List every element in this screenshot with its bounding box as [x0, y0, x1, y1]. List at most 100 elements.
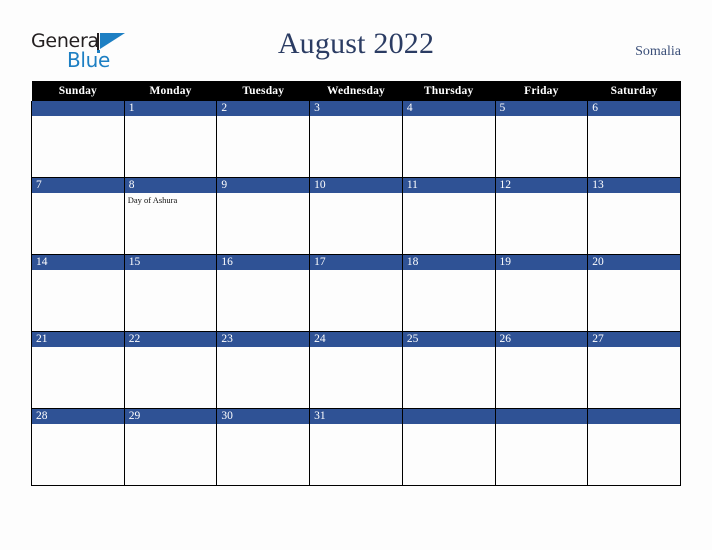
day-cell-inner: 4 [402, 101, 495, 177]
day-cell-inner: 21 [32, 332, 124, 408]
calendar-day-cell[interactable]: 7 [31, 177, 125, 255]
day-cell-inner: 24 [310, 332, 402, 408]
day-number: 20 [588, 255, 680, 270]
day-number: 25 [402, 332, 495, 347]
day-number: 7 [32, 178, 124, 193]
calendar-day-cell[interactable]: 6 [587, 101, 681, 178]
calendar-day-cell[interactable]: 13 [587, 177, 681, 255]
weekday-header-thursday: Thursday [402, 81, 496, 101]
calendar-day-cell[interactable]: 17 [309, 254, 403, 332]
day-cell-inner: 7 [32, 178, 124, 254]
calendar-day-cell[interactable]: 21 [31, 331, 125, 409]
day-number: 2 [217, 101, 310, 116]
calendar-day-cell[interactable]: 4 [401, 101, 496, 178]
day-cell-inner: 25 [402, 332, 495, 408]
day-number: 29 [124, 409, 217, 424]
day-cell-inner: 16 [217, 255, 310, 331]
day-events [588, 424, 680, 426]
day-cell-inner: 30 [217, 409, 310, 485]
holiday-event: Day of Ashura [127, 195, 178, 205]
day-events [403, 270, 495, 272]
day-number: 4 [402, 101, 495, 116]
day-number: 1 [124, 101, 217, 116]
page-title: August 2022 [277, 27, 435, 60]
calendar-day-cell[interactable]: 25 [401, 331, 496, 409]
day-events [310, 424, 402, 426]
calendar-day-cell[interactable]: 2 [216, 101, 311, 178]
day-cell-inner: 12 [495, 178, 588, 254]
calendar-week-row: 14 15 16 17 18 19 20 [31, 254, 681, 332]
calendar-day-cell[interactable]: 22 [123, 331, 218, 409]
day-cell-inner: 17 [310, 255, 402, 331]
day-cell-inner: 8 Day of Ashura [124, 178, 217, 254]
calendar-grid: Sunday Monday Tuesday Wednesday Thursday Frid… [31, 81, 681, 486]
day-number: 9 [217, 178, 310, 193]
calendar-day-cell[interactable]: 8 Day of Ashura [123, 177, 218, 255]
day-number: 11 [402, 178, 495, 193]
calendar-day-cell[interactable]: 14 [31, 254, 125, 332]
day-number: 22 [124, 332, 217, 347]
day-events [217, 424, 309, 426]
calendar-day-cell[interactable]: 19 [494, 254, 589, 332]
calendar-day-cell[interactable]: 18 [401, 254, 496, 332]
calendar-day-cell[interactable]: 30 [216, 408, 311, 486]
calendar-day-cell[interactable]: 15 [123, 254, 218, 332]
day-number: 17 [310, 255, 402, 270]
calendar-day-cell[interactable]: 26 [494, 331, 589, 409]
calendar-body: 1 2 3 4 5 6 7 8 Day of Ashura 9 10 11 12 13 14 15 16 17 18… [31, 101, 681, 486]
day-cell-inner: 14 [32, 255, 124, 331]
calendar-day-cell[interactable]: 23 [216, 331, 311, 409]
calendar-day-cell[interactable] [31, 101, 125, 178]
calendar-week-row: 21 22 23 24 25 26 27 [31, 331, 681, 409]
day-number: 8 [124, 178, 217, 193]
day-number [402, 409, 495, 424]
day-cell-inner: 28 [32, 409, 124, 485]
calendar-day-cell[interactable] [494, 408, 589, 486]
weekday-header-friday: Friday [495, 81, 588, 101]
day-events [403, 347, 495, 349]
calendar-day-cell[interactable]: 16 [216, 254, 311, 332]
calendar-week-row: 123456 [31, 101, 681, 178]
day-events [403, 424, 495, 426]
calendar-day-cell[interactable]: 20 [587, 254, 681, 332]
calendar-day-cell[interactable]: 5 [494, 101, 589, 178]
day-number: 30 [217, 409, 310, 424]
day-events [310, 270, 402, 272]
calendar-day-cell[interactable]: 31 [309, 408, 403, 486]
calendar-day-cell[interactable]: 11 [401, 177, 496, 255]
day-cell-inner: 10 [310, 178, 402, 254]
day-events [32, 424, 124, 426]
day-number: 19 [495, 255, 588, 270]
calendar-header-row: Sunday Monday Tuesday Wednesday Thursday Frid… [31, 81, 681, 101]
day-events [125, 116, 217, 118]
day-number: 18 [402, 255, 495, 270]
day-events [588, 116, 680, 118]
day-events [403, 193, 495, 195]
day-events [125, 347, 217, 349]
calendar-day-cell[interactable]: 12 [494, 177, 589, 255]
weekday-header-tuesday: Tuesday [216, 81, 310, 101]
calendar-day-cell[interactable]: 24 [309, 331, 403, 409]
calendar-day-cell[interactable]: 9 [216, 177, 311, 255]
calendar-day-cell[interactable]: 1 [123, 101, 218, 178]
day-number [588, 409, 680, 424]
calendar-day-cell[interactable]: 3 [309, 101, 403, 178]
day-cell-inner: 6 [588, 101, 680, 177]
calendar-day-cell[interactable]: 10 [309, 177, 403, 255]
day-number [32, 101, 124, 116]
day-number: 12 [495, 178, 588, 193]
day-events [310, 347, 402, 349]
day-cell-inner: 3 [310, 101, 402, 177]
day-number: 5 [495, 101, 588, 116]
calendar-day-cell[interactable]: 27 [587, 331, 681, 409]
day-events [588, 347, 680, 349]
day-events [217, 116, 309, 118]
calendar-day-cell[interactable]: 29 [123, 408, 218, 486]
calendar-day-cell[interactable]: 28 [31, 408, 125, 486]
day-number: 13 [588, 178, 680, 193]
day-events [32, 270, 124, 272]
day-events: Day of Ashura [125, 193, 217, 206]
calendar-day-cell[interactable] [587, 408, 681, 486]
calendar-day-cell[interactable] [401, 408, 496, 486]
day-number: 31 [310, 409, 402, 424]
